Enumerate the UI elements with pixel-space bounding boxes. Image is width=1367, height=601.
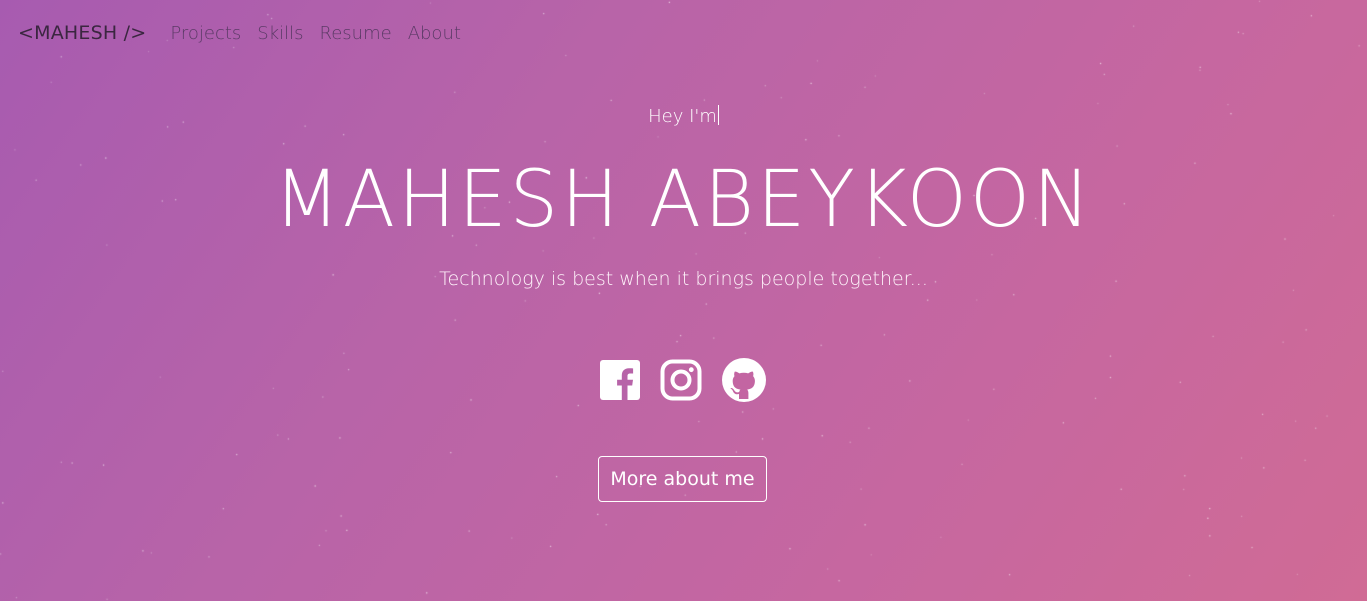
hero-greeting: Hey I'm bbox=[0, 105, 1367, 127]
nav-link-projects[interactable]: Projects bbox=[170, 23, 241, 44]
instagram-icon[interactable] bbox=[659, 358, 703, 402]
hero-tagline: Technology is best when it brings people… bbox=[439, 268, 928, 290]
more-about-me-button[interactable]: More about me bbox=[598, 456, 767, 502]
nav-link-skills[interactable]: Skills bbox=[257, 23, 303, 44]
nav-link-about[interactable]: About bbox=[408, 23, 461, 44]
hero-name: MAHESH ABEYKOON bbox=[273, 155, 1094, 245]
brand-logo-link[interactable]: <MAHESH /> bbox=[18, 22, 146, 44]
github-icon[interactable] bbox=[720, 358, 766, 402]
typing-cursor bbox=[717, 105, 719, 125]
greeting-text: Hey I'm bbox=[648, 106, 717, 127]
facebook-icon[interactable] bbox=[598, 358, 642, 402]
nav-link-resume[interactable]: Resume bbox=[320, 23, 392, 44]
top-navbar: <MAHESH /> Projects Skills Resume About bbox=[18, 19, 477, 47]
star-field-background bbox=[0, 0, 1367, 601]
social-links bbox=[598, 358, 766, 402]
